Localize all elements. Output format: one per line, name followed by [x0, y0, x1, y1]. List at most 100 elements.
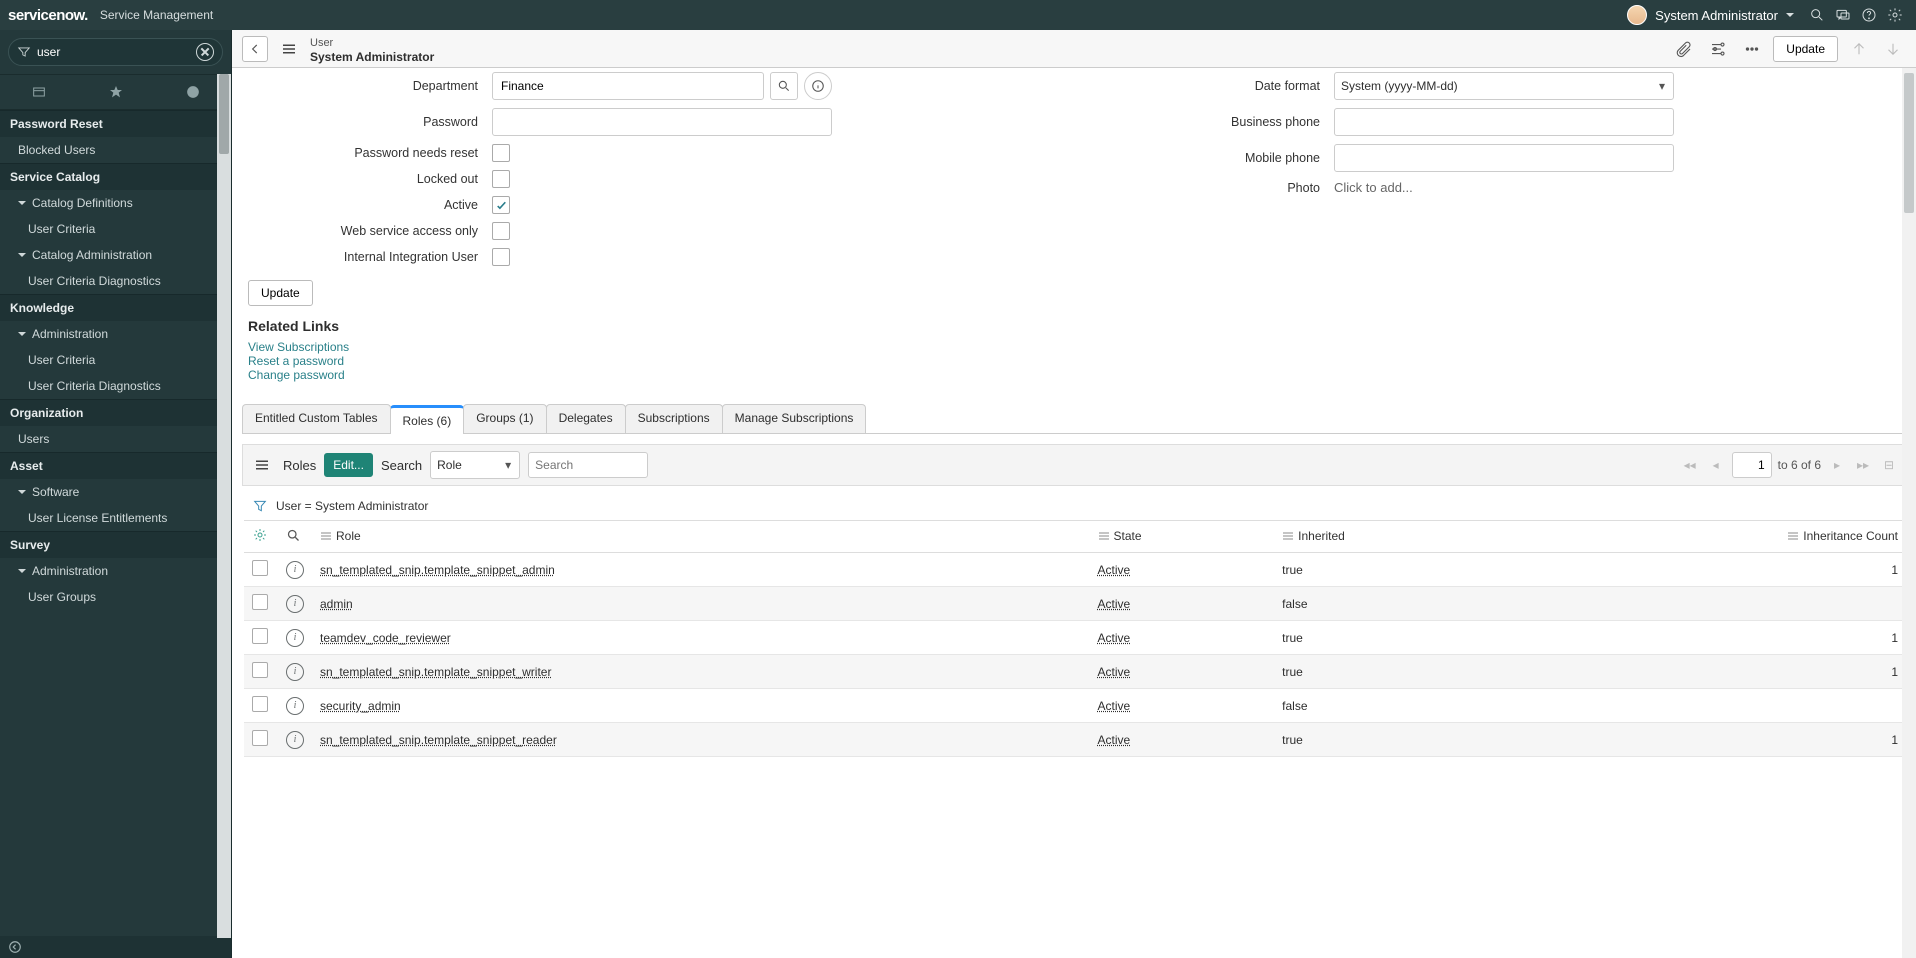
ws-checkbox[interactable] — [492, 222, 510, 240]
role-link[interactable]: teamdev_code_reviewer — [320, 631, 451, 645]
state-cell[interactable]: Active — [1098, 699, 1131, 713]
next-record-icon[interactable] — [1880, 36, 1906, 62]
row-checkbox[interactable] — [252, 730, 268, 746]
state-cell[interactable]: Active — [1098, 563, 1131, 577]
prev-record-icon[interactable] — [1846, 36, 1872, 62]
gear-icon[interactable] — [1882, 2, 1908, 28]
row-info-icon[interactable]: i — [286, 731, 304, 749]
row-info-icon[interactable]: i — [286, 697, 304, 715]
page-input[interactable] — [1732, 452, 1772, 478]
nav-module[interactable]: User Criteria Diagnostics — [0, 268, 231, 294]
state-cell[interactable]: Active — [1098, 733, 1131, 747]
user-menu[interactable]: System Administrator — [1627, 5, 1794, 25]
form-menu-icon[interactable] — [276, 36, 302, 62]
row-checkbox[interactable] — [252, 628, 268, 644]
state-cell[interactable]: Active — [1098, 665, 1131, 679]
nav-app[interactable]: Password Reset — [0, 110, 231, 137]
role-link[interactable]: admin — [320, 597, 353, 611]
department-field[interactable] — [492, 72, 764, 100]
nav-module[interactable]: User Criteria — [0, 347, 231, 373]
lookup-icon[interactable] — [770, 72, 798, 100]
prev-page-icon[interactable]: ◂ — [1706, 455, 1726, 475]
back-button[interactable] — [242, 36, 268, 62]
active-checkbox[interactable] — [492, 196, 510, 214]
chat-icon[interactable] — [1830, 2, 1856, 28]
tab[interactable]: Subscriptions — [625, 404, 723, 433]
bphone-field[interactable] — [1334, 108, 1674, 136]
attachment-icon[interactable] — [1671, 36, 1697, 62]
row-info-icon[interactable]: i — [286, 595, 304, 613]
nav-module[interactable]: Catalog Administration — [0, 242, 231, 268]
needs-reset-checkbox[interactable] — [492, 144, 510, 162]
row-checkbox[interactable] — [252, 560, 268, 576]
nav-app[interactable]: Service Catalog — [0, 163, 231, 190]
nav-module[interactable]: User Criteria — [0, 216, 231, 242]
nav-module[interactable]: Software — [0, 479, 231, 505]
first-page-icon[interactable]: ◂◂ — [1680, 455, 1700, 475]
nav-module[interactable]: Users — [0, 426, 231, 452]
state-cell[interactable]: Active — [1098, 597, 1131, 611]
content-scrollbar[interactable] — [1902, 68, 1916, 958]
tab[interactable]: Roles (6) — [390, 405, 465, 434]
more-icon[interactable] — [1739, 36, 1765, 62]
state-cell[interactable]: Active — [1098, 631, 1131, 645]
personalize-icon[interactable] — [252, 532, 268, 546]
mphone-field[interactable] — [1334, 144, 1674, 172]
list-menu-icon[interactable] — [249, 452, 275, 478]
tab[interactable]: Entitled Custom Tables — [242, 404, 391, 433]
row-checkbox[interactable] — [252, 594, 268, 610]
update-button[interactable]: Update — [1773, 36, 1838, 62]
col-inherited[interactable]: Inherited — [1274, 521, 1516, 553]
locked-checkbox[interactable] — [492, 170, 510, 188]
last-page-icon[interactable]: ▸▸ — [1853, 455, 1873, 475]
related-link[interactable]: Change password — [248, 368, 1916, 382]
list-search-input[interactable] — [528, 452, 648, 478]
clear-filter-icon[interactable] — [196, 43, 214, 61]
edit-button[interactable]: Edit... — [324, 453, 373, 477]
help-icon[interactable] — [1856, 2, 1882, 28]
datefmt-select[interactable]: System (yyyy-MM-dd) — [1334, 72, 1674, 100]
next-page-icon[interactable]: ▸ — [1827, 455, 1847, 475]
nav-filter[interactable] — [8, 38, 223, 66]
photo-add[interactable]: Click to add... — [1334, 180, 1413, 195]
col-state[interactable]: State — [1090, 521, 1275, 553]
row-checkbox[interactable] — [252, 662, 268, 678]
nav-module[interactable]: User Groups — [0, 584, 231, 610]
nav-app[interactable]: Asset — [0, 452, 231, 479]
role-link[interactable]: sn_templated_snip.template_snippet_write… — [320, 665, 551, 679]
nav-module[interactable]: Catalog Definitions — [0, 190, 231, 216]
breadcrumb-text[interactable]: User = System Administrator — [276, 499, 428, 513]
search-row-icon[interactable] — [286, 532, 301, 546]
nav-app[interactable]: Organization — [0, 399, 231, 426]
row-info-icon[interactable]: i — [286, 561, 304, 579]
role-link[interactable]: security_admin — [320, 699, 401, 713]
tab[interactable]: Manage Subscriptions — [722, 404, 867, 433]
nav-module[interactable]: Administration — [0, 558, 231, 584]
role-link[interactable]: sn_templated_snip.template_snippet_admin — [320, 563, 555, 577]
nav-tab-favorites[interactable] — [77, 75, 154, 109]
col-role[interactable]: Role — [312, 521, 1090, 553]
nav-filter-input[interactable] — [37, 45, 196, 59]
nav-module[interactable]: User License Entitlements — [0, 505, 231, 531]
nav-app[interactable]: Survey — [0, 531, 231, 558]
nav-module[interactable]: User Criteria Diagnostics — [0, 373, 231, 399]
password-field[interactable] — [492, 108, 832, 136]
search-icon[interactable] — [1804, 2, 1830, 28]
search-field-select[interactable]: Role — [430, 451, 520, 479]
tab[interactable]: Delegates — [546, 404, 626, 433]
row-checkbox[interactable] — [252, 696, 268, 712]
nav-scrollbar[interactable] — [217, 74, 231, 938]
nav-module[interactable]: Blocked Users — [0, 137, 231, 163]
form-update-button[interactable]: Update — [248, 280, 313, 306]
col-count[interactable]: Inheritance Count — [1516, 521, 1906, 553]
settings-icon[interactable] — [1705, 36, 1731, 62]
nav-app[interactable]: Knowledge — [0, 294, 231, 321]
related-link[interactable]: Reset a password — [248, 354, 1916, 368]
related-link[interactable]: View Subscriptions — [248, 340, 1916, 354]
row-info-icon[interactable]: i — [286, 663, 304, 681]
intg-checkbox[interactable] — [492, 248, 510, 266]
role-link[interactable]: sn_templated_snip.template_snippet_reade… — [320, 733, 557, 747]
nav-module[interactable]: Administration — [0, 321, 231, 347]
nav-tab-all[interactable] — [0, 75, 77, 109]
tab[interactable]: Groups (1) — [463, 404, 546, 433]
